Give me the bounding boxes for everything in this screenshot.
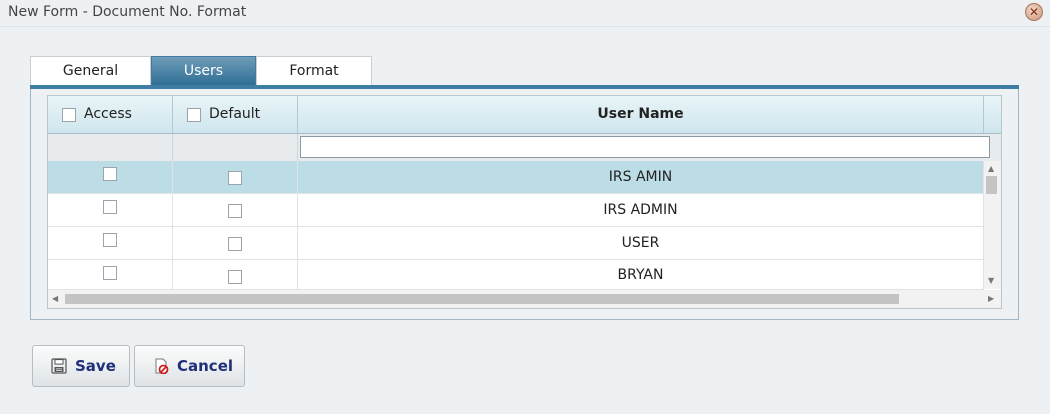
column-header-user-name-label: User Name bbox=[597, 106, 684, 122]
column-header-user-name[interactable]: User Name bbox=[298, 96, 984, 134]
access-cell bbox=[48, 227, 173, 260]
default-checkbox[interactable] bbox=[228, 204, 242, 218]
user-name-cell: IRS ADMIN bbox=[298, 194, 984, 227]
users-grid: Access Default User Name IRS AMIN IRS AD… bbox=[47, 95, 1002, 309]
access-cell bbox=[48, 260, 173, 293]
vertical-scrollbar[interactable]: ▲ ▼ bbox=[984, 161, 1001, 289]
default-cell bbox=[173, 260, 298, 293]
vertical-scroll-thumb[interactable] bbox=[986, 176, 997, 194]
filter-cell-default bbox=[173, 134, 298, 161]
default-checkbox[interactable] bbox=[228, 237, 242, 251]
title-bar: New Form - Document No. Format ✕ bbox=[0, 0, 1050, 27]
cancel-button[interactable]: Cancel bbox=[134, 345, 245, 387]
filter-row bbox=[48, 134, 1001, 162]
user-name-cell: BRYAN bbox=[298, 260, 984, 293]
floppy-disk-icon bbox=[51, 358, 67, 374]
filter-cell-access bbox=[48, 134, 173, 161]
access-checkbox[interactable] bbox=[103, 233, 117, 247]
user-name-cell: IRS AMIN bbox=[298, 161, 984, 194]
select-all-default-checkbox[interactable] bbox=[187, 108, 201, 122]
scroll-up-icon[interactable]: ▲ bbox=[988, 164, 994, 174]
tab-format[interactable]: Format bbox=[256, 56, 372, 85]
table-row[interactable]: USER bbox=[48, 227, 984, 260]
cancel-document-icon bbox=[155, 358, 169, 374]
table-row[interactable]: BRYAN bbox=[48, 260, 984, 293]
scroll-right-icon[interactable]: ▶ bbox=[988, 294, 994, 304]
scroll-left-icon[interactable]: ◀ bbox=[52, 294, 58, 304]
window-title: New Form - Document No. Format bbox=[8, 4, 247, 20]
close-icon[interactable]: ✕ bbox=[1025, 3, 1043, 21]
access-checkbox[interactable] bbox=[103, 167, 117, 181]
horizontal-scrollbar[interactable]: ◀ ▶ bbox=[48, 290, 1001, 308]
select-all-access-checkbox[interactable] bbox=[62, 108, 76, 122]
tab-users[interactable]: Users bbox=[151, 56, 256, 85]
table-row[interactable]: IRS ADMIN bbox=[48, 194, 984, 227]
access-checkbox[interactable] bbox=[103, 266, 117, 280]
access-cell bbox=[48, 194, 173, 227]
column-header-access-label: Access bbox=[84, 106, 132, 122]
column-header-default-label: Default bbox=[209, 106, 261, 122]
default-cell bbox=[173, 227, 298, 260]
default-cell bbox=[173, 194, 298, 227]
user-name-cell: USER bbox=[298, 227, 984, 260]
default-cell bbox=[173, 161, 298, 194]
access-cell bbox=[48, 161, 173, 194]
horizontal-scroll-thumb[interactable] bbox=[65, 294, 899, 304]
column-header-access: Access bbox=[48, 96, 173, 134]
table-row[interactable]: IRS AMIN bbox=[48, 161, 984, 194]
default-checkbox[interactable] bbox=[228, 171, 242, 185]
column-header-default: Default bbox=[173, 96, 298, 134]
save-button[interactable]: Save bbox=[32, 345, 130, 387]
save-button-label: Save bbox=[75, 357, 116, 375]
tab-general[interactable]: General bbox=[30, 56, 151, 85]
default-checkbox[interactable] bbox=[228, 270, 242, 284]
user-name-filter-input[interactable] bbox=[300, 136, 990, 158]
cancel-button-label: Cancel bbox=[177, 357, 234, 375]
scroll-down-icon[interactable]: ▼ bbox=[988, 276, 994, 286]
access-checkbox[interactable] bbox=[103, 200, 117, 214]
column-header-spacer bbox=[984, 96, 1001, 134]
